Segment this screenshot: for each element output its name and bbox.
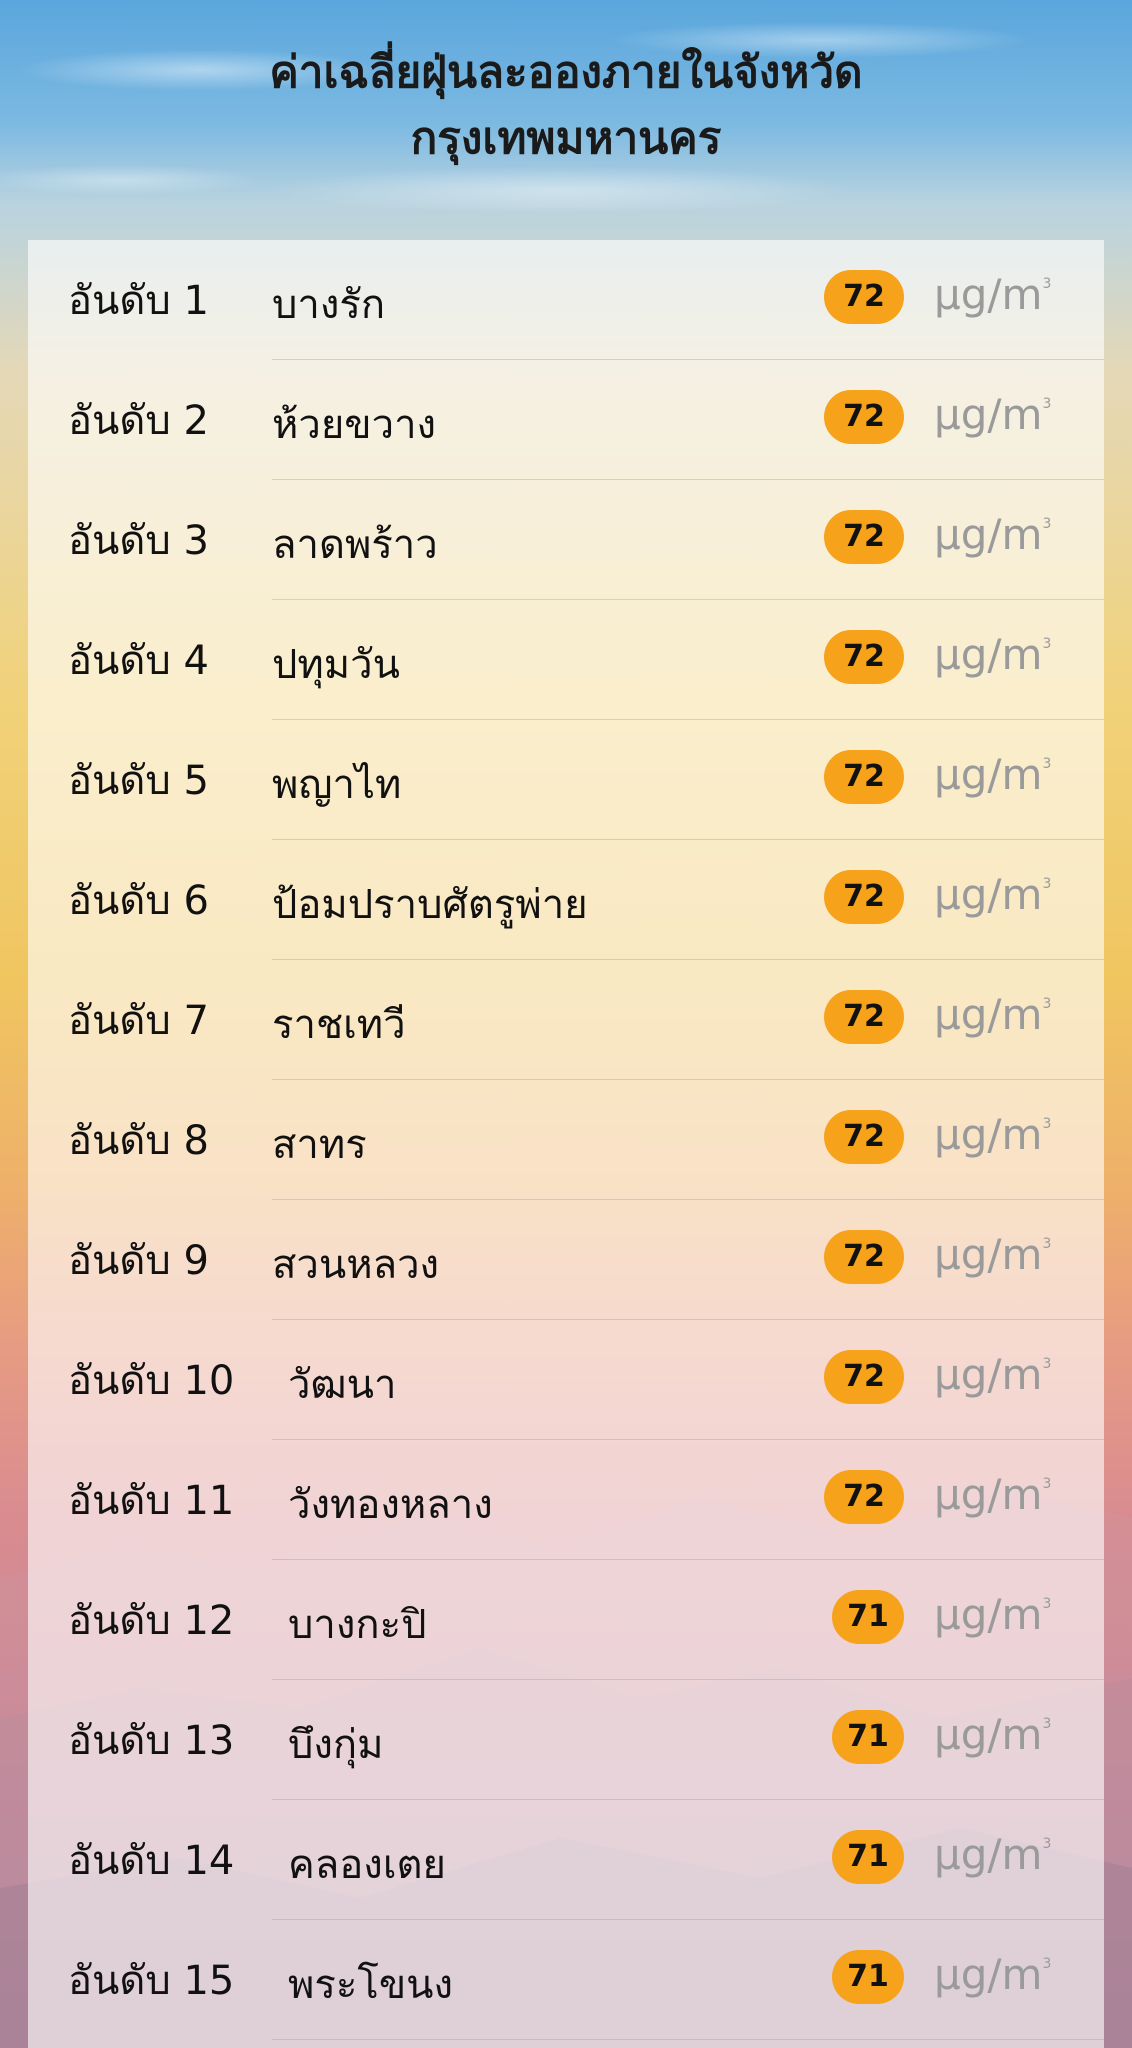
rank-label: อันดับ 1 [68,278,209,324]
rank-label: อันดับ 10 [68,1358,235,1404]
district-name: คลองเตย [288,1842,446,1888]
rank-label: อันดับ 14 [68,1838,235,1884]
unit-label: μg/m3 [934,270,1052,319]
district-name: ห้วยขวาง [272,402,437,448]
pm-value-badge: 72 [824,1110,904,1164]
unit-label: μg/m3 [934,1590,1052,1639]
rank-label: อันดับ 3 [68,518,209,564]
unit-label: μg/m3 [934,1830,1052,1879]
pm-value-badge: 72 [824,1350,904,1404]
unit-label: μg/m3 [934,390,1052,439]
pm-value-badge: 71 [832,1710,904,1764]
pm-value-badge: 71 [832,1950,904,2004]
ranking-list: อันดับ 1 บางรัก 72 μg/m3 อันดับ 2 ห้วยขวาง 72 μ… [28,240,1104,2048]
pm-value-badge: 72 [824,1470,904,1524]
list-item[interactable]: อันดับ 10 วัฒนา 72 μg/m3 [28,1320,1104,1440]
district-name: สาทร [272,1122,367,1168]
list-item[interactable]: อันดับ 12 บางกะปิ 71 μg/m3 [28,1560,1104,1680]
district-name: ป้อมปราบศัตรูพ่าย [272,882,588,928]
rank-label: อันดับ 9 [68,1238,209,1284]
rank-label: อันดับ 6 [68,878,209,924]
pm-value-badge: 72 [824,510,904,564]
list-item[interactable]: อันดับ 9 สวนหลวง 72 μg/m3 [28,1200,1104,1320]
rank-label: อันดับ 8 [68,1118,209,1164]
rank-label: อันดับ 15 [68,1958,235,2004]
pm-value-badge: 72 [824,630,904,684]
district-name: พระโขนง [288,1962,454,2008]
title-line-2: กรุงเทพมหานคร [410,113,722,164]
pm-value-badge: 72 [824,270,904,324]
list-item[interactable]: อันดับ 7 ราชเทวี 72 μg/m3 [28,960,1104,1080]
unit-label: μg/m3 [934,510,1052,559]
district-name: ราชเทวี [272,1002,406,1048]
pm-value-badge: 72 [824,390,904,444]
list-item[interactable]: อันดับ 15 พระโขนง 71 μg/m3 [28,1920,1104,2040]
unit-label: μg/m3 [934,990,1052,1039]
list-item[interactable]: อันดับ 11 วังทองหลาง 72 μg/m3 [28,1440,1104,1560]
pm-value-badge: 72 [824,750,904,804]
district-name: ลาดพร้าว [272,522,438,568]
unit-label: μg/m3 [934,1350,1052,1399]
pm-value-badge: 72 [824,870,904,924]
list-item[interactable]: อันดับ 4 ปทุมวัน 72 μg/m3 [28,600,1104,720]
district-name: วัฒนา [288,1362,397,1408]
district-name: บางรัก [272,282,386,328]
unit-label: μg/m3 [934,1710,1052,1759]
list-item[interactable]: อันดับ 6 ป้อมปราบศัตรูพ่าย 72 μg/m3 [28,840,1104,960]
list-item[interactable]: อันดับ 14 คลองเตย 71 μg/m3 [28,1800,1104,1920]
unit-label: μg/m3 [934,870,1052,919]
list-item[interactable]: อันดับ 5 พญาไท 72 μg/m3 [28,720,1104,840]
district-name: สวนหลวง [272,1242,440,1288]
unit-label: μg/m3 [934,1230,1052,1279]
page-title: ค่าเฉลี่ยฝุ่นละอองภายในจังหวัด กรุงเทพมห… [0,40,1132,172]
list-item[interactable]: อันดับ 8 สาทร 72 μg/m3 [28,1080,1104,1200]
pm-value-badge: 71 [832,1830,904,1884]
district-name: บางกะปิ [288,1602,427,1648]
unit-label: μg/m3 [934,1110,1052,1159]
list-item[interactable]: อันดับ 3 ลาดพร้าว 72 μg/m3 [28,480,1104,600]
rank-label: อันดับ 7 [68,998,209,1044]
rank-label: อันดับ 12 [68,1598,235,1644]
title-line-1: ค่าเฉลี่ยฝุ่นละอองภายในจังหวัด [269,47,863,98]
district-name: ปทุมวัน [272,642,400,688]
unit-label: μg/m3 [934,1950,1052,1999]
list-item[interactable]: อันดับ 1 บางรัก 72 μg/m3 [28,240,1104,360]
pm-value-badge: 72 [824,1230,904,1284]
rank-label: อันดับ 11 [68,1478,235,1524]
pm-value-badge: 71 [832,1590,904,1644]
district-name: วังทองหลาง [288,1482,493,1528]
rank-label: อันดับ 13 [68,1718,235,1764]
rank-label: อันดับ 2 [68,398,209,444]
list-item[interactable]: อันดับ 13 บึงกุ่ม 71 μg/m3 [28,1680,1104,1800]
unit-label: μg/m3 [934,630,1052,679]
list-item[interactable]: อันดับ 2 ห้วยขวาง 72 μg/m3 [28,360,1104,480]
unit-label: μg/m3 [934,750,1052,799]
district-name: บึงกุ่ม [288,1722,384,1768]
row-divider [272,2039,1104,2040]
rank-label: อันดับ 5 [68,758,209,804]
rank-label: อันดับ 4 [68,638,209,684]
unit-label: μg/m3 [934,1470,1052,1519]
district-name: พญาไท [272,762,402,808]
pm-value-badge: 72 [824,990,904,1044]
